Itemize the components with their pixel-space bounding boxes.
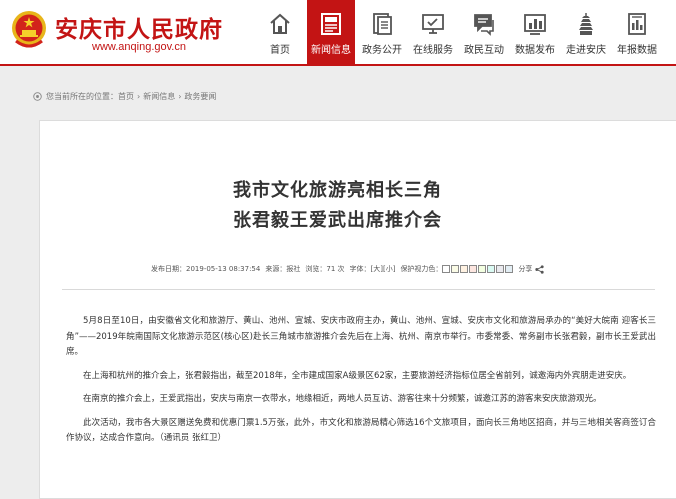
bar-chart-icon <box>524 14 546 35</box>
nav-item-annual-report[interactable]: 年报数据 <box>613 0 661 64</box>
article-body: 5月8日至10日，由安徽省文化和旅游厅、黄山、池州、宣城、安庆市政府主办，黄山、… <box>66 314 656 455</box>
article-paragraph: 在上海和杭州的推介会上，张君毅指出，截至2018年，全市建成国家A级景区62家，… <box>83 370 632 381</box>
nav-item-interaction[interactable]: 政民互动 <box>460 0 508 64</box>
view-count: 浏览：71 次 <box>305 265 345 273</box>
nav-label: 政民互动 <box>464 45 504 56</box>
main-nav: 首页 新闻信息 政务公开 在线服务 政民互动 数据发布 走进安庆 年报数据 <box>256 0 664 64</box>
eye-color-swatch[interactable] <box>487 265 496 273</box>
nav-item-news[interactable]: 新闻信息 <box>307 0 355 64</box>
nav-item-visit-anqing[interactable]: 走进安庆 <box>562 0 610 64</box>
nav-label: 新闻信息 <box>311 45 351 56</box>
article-paragraph: 5月8日至10日，由安徽省文化和旅游厅、黄山、池州、宣城、安庆市政府主办，黄山、… <box>66 316 656 357</box>
news-icon <box>321 13 341 35</box>
font-size-control: 字体：[大][小] <box>350 264 396 274</box>
monitor-icon <box>422 14 444 34</box>
eye-color-swatch[interactable] <box>460 265 469 273</box>
site-url[interactable]: www.anqing.gov.cn <box>92 41 186 53</box>
eye-color-swatch[interactable] <box>451 265 460 273</box>
nav-item-gov-affairs[interactable]: 政务公开 <box>358 0 406 64</box>
font-size-small-button[interactable]: [小] <box>383 265 395 273</box>
article-panel: 我市文化旅游亮相长三角 张君毅王爱武出席推介会 发布日期：2019-05-13 … <box>39 120 676 499</box>
eye-color-swatch[interactable] <box>505 265 514 273</box>
meta-divider <box>62 289 655 290</box>
share-label: 分享 <box>518 265 533 273</box>
nav-item-home[interactable]: 首页 <box>256 0 304 64</box>
eye-color-swatch[interactable] <box>496 265 505 273</box>
home-icon <box>270 13 290 34</box>
breadcrumb-separator: › <box>137 92 141 101</box>
article-source: 来源：报社 <box>265 265 301 273</box>
site-header: 安庆市人民政府 www.anqing.gov.cn 首页 新闻信息 政务公开 在… <box>0 0 676 66</box>
eye-color-swatches <box>442 265 514 273</box>
nav-label: 首页 <box>270 45 290 56</box>
article-title-line2: 张君毅王爱武出席推介会 <box>233 210 442 231</box>
chat-icon <box>474 14 494 36</box>
breadcrumb-separator: › <box>178 92 182 101</box>
eye-protect-label: 保护视力色： <box>400 265 443 273</box>
site-title[interactable]: 安庆市人民政府 <box>55 10 223 44</box>
nav-label: 在线服务 <box>413 45 453 56</box>
national-emblem-icon <box>12 11 46 48</box>
article-paragraph: 在南京的推介会上，王爱武指出，安庆与南京一衣带水，地缘相近，两地人员互访、游客往… <box>83 394 602 404</box>
eye-color-swatch[interactable] <box>478 265 487 273</box>
nav-label: 数据发布 <box>515 45 555 56</box>
breadcrumb: 您当前所在的位置： 首页 › 新闻信息 › 政务要闻 <box>33 91 216 102</box>
publish-date: 发布日期：2019-05-13 08:37:54 <box>151 265 261 273</box>
breadcrumb-gov-news[interactable]: 政务要闻 <box>184 91 216 102</box>
nav-item-data-release[interactable]: 数据发布 <box>511 0 559 64</box>
nav-label: 政务公开 <box>362 45 402 56</box>
font-size-label: 字体： <box>349 265 371 273</box>
breadcrumb-home[interactable]: 首页 <box>118 91 134 102</box>
pagoda-icon <box>579 13 593 35</box>
font-size-large-button[interactable]: [大] <box>371 265 383 273</box>
nav-item-online-service[interactable]: 在线服务 <box>409 0 457 64</box>
report-icon <box>628 13 646 35</box>
eye-color-swatch[interactable] <box>442 265 451 273</box>
breadcrumb-news[interactable]: 新闻信息 <box>143 91 175 102</box>
share-button[interactable]: 分享 <box>518 264 545 274</box>
share-icon <box>535 264 545 274</box>
eye-color-swatch[interactable] <box>469 265 478 273</box>
article-paragraph: 此次活动，我市各大景区赠送免费和优惠门票1.5万张，此外，市文化和旅游局精心筛选… <box>66 417 656 444</box>
breadcrumb-prefix: 您当前所在的位置： <box>46 92 118 101</box>
article-meta: 发布日期：2019-05-13 08:37:54 来源：报社 浏览：71 次 字… <box>151 264 549 274</box>
article-title-line1: 我市文化旅游亮相长三角 <box>233 180 442 201</box>
nav-label: 年报数据 <box>617 45 657 56</box>
nav-label: 走进安庆 <box>566 45 606 56</box>
document-icon <box>373 13 392 35</box>
location-icon <box>33 92 42 101</box>
